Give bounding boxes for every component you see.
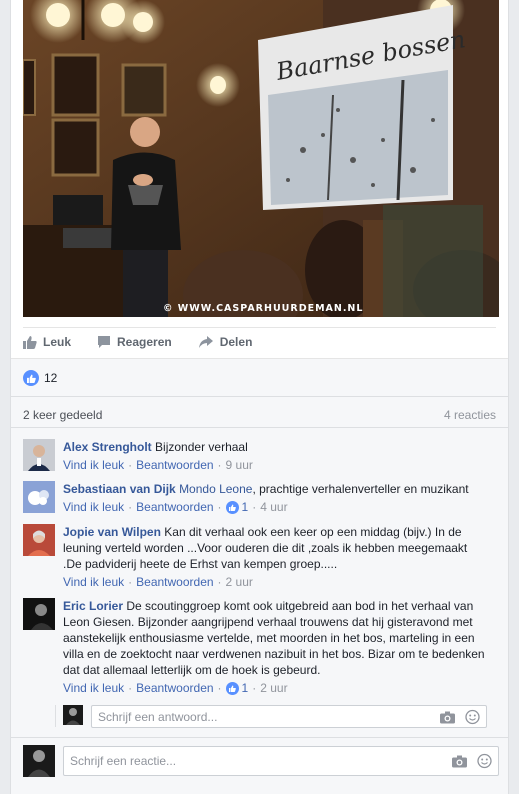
avatar[interactable]	[23, 439, 55, 471]
photo-illustration: Baarnse bossen	[23, 0, 499, 317]
comment-count[interactable]: 4 reacties	[444, 408, 496, 422]
comment-reply-link[interactable]: Beantwoorden	[136, 680, 213, 696]
like-badge-icon	[225, 500, 239, 514]
avatar	[23, 745, 55, 777]
comment-author[interactable]: Jopie van Wilpen	[63, 525, 161, 539]
comment-like-link[interactable]: Vind ik leuk	[63, 680, 124, 696]
comment-reply-link[interactable]: Beantwoorden	[136, 499, 213, 515]
share-button[interactable]: Delen	[198, 335, 253, 349]
photo-credit: © WWW.CASPARHUURDEMAN.NL	[163, 303, 364, 314]
camera-icon[interactable]	[440, 710, 455, 723]
like-label: Leuk	[43, 335, 72, 349]
comment-like-link[interactable]: Vind ik leuk	[63, 457, 124, 473]
divider	[11, 737, 508, 738]
comment-text: Bijzonder verhaal	[155, 440, 248, 454]
likes-count: 12	[44, 371, 58, 385]
comment-placeholder: Schrijf een reactie...	[70, 754, 177, 768]
mention-link[interactable]: Mondo Leone	[179, 482, 252, 496]
post-card: Baarnse bossen © WWW.CASPARHUURDEMAN.NL	[10, 0, 509, 794]
comment-item: Eric Lorier De scoutinggroep komt ook ui…	[23, 598, 496, 696]
comment-input[interactable]: Schrijf een reactie...	[63, 746, 499, 776]
comment-item: Sebastiaan van Dijk Mondo Leone, prachti…	[23, 481, 496, 515]
avatar[interactable]	[23, 598, 55, 630]
reply-input[interactable]: Schrijf een antwoord...	[91, 705, 487, 728]
divider	[23, 327, 496, 328]
share-arrow-icon	[198, 336, 213, 348]
comment-like-count[interactable]: 1	[242, 680, 249, 696]
divider	[11, 396, 508, 397]
comment-reply-link[interactable]: Beantwoorden	[136, 574, 213, 590]
comment-time[interactable]: 2 uur	[260, 680, 287, 696]
avatar[interactable]	[23, 481, 55, 513]
action-bar: Leuk Reageren Delen	[23, 330, 278, 354]
speech-bubble-icon	[98, 336, 111, 348]
comment-text: De scoutinggroep komt ook uitgebreid aan…	[63, 599, 485, 677]
camera-icon[interactable]	[452, 755, 467, 768]
smiley-icon[interactable]	[465, 709, 480, 724]
comment-button[interactable]: Reageren	[97, 335, 172, 349]
comment-item: Alex Strengholt Bijzonder verhaal Vind i…	[23, 439, 496, 473]
comment-time[interactable]: 9 uur	[226, 457, 253, 473]
avatar[interactable]	[23, 524, 55, 556]
comment-author[interactable]: Sebastiaan van Dijk	[63, 482, 176, 496]
like-badge-icon	[225, 681, 239, 695]
thumbs-up-icon	[23, 336, 37, 349]
like-summary[interactable]: 12	[23, 370, 57, 386]
comment-time[interactable]: 2 uur	[226, 574, 253, 590]
like-badge-icon	[23, 370, 39, 386]
comment-text: , prachtige verhalenverteller en muzikan…	[252, 482, 469, 496]
reply-placeholder: Schrijf een antwoord...	[98, 709, 218, 724]
reply-thread-line	[55, 705, 56, 727]
comment-author[interactable]: Eric Lorier	[63, 599, 123, 613]
avatar	[63, 705, 83, 725]
like-button[interactable]: Leuk	[23, 335, 71, 349]
comment-like-link[interactable]: Vind ik leuk	[63, 574, 124, 590]
divider	[11, 427, 508, 428]
shares-link[interactable]: 2 keer gedeeld	[23, 408, 102, 422]
comment-time[interactable]: 4 uur	[260, 499, 287, 515]
post-photo[interactable]: Baarnse bossen © WWW.CASPARHUURDEMAN.NL	[23, 0, 499, 317]
comment-like-count[interactable]: 1	[242, 499, 249, 515]
comment-label: Reageren	[117, 335, 172, 349]
comment-reply-link[interactable]: Beantwoorden	[136, 457, 213, 473]
share-label: Delen	[219, 335, 253, 349]
comment-item: Jopie van Wilpen Kan dit verhaal ook een…	[23, 524, 496, 590]
comment-like-link[interactable]: Vind ik leuk	[63, 499, 124, 515]
smiley-icon[interactable]	[477, 753, 492, 769]
comment-author[interactable]: Alex Strengholt	[63, 440, 152, 454]
